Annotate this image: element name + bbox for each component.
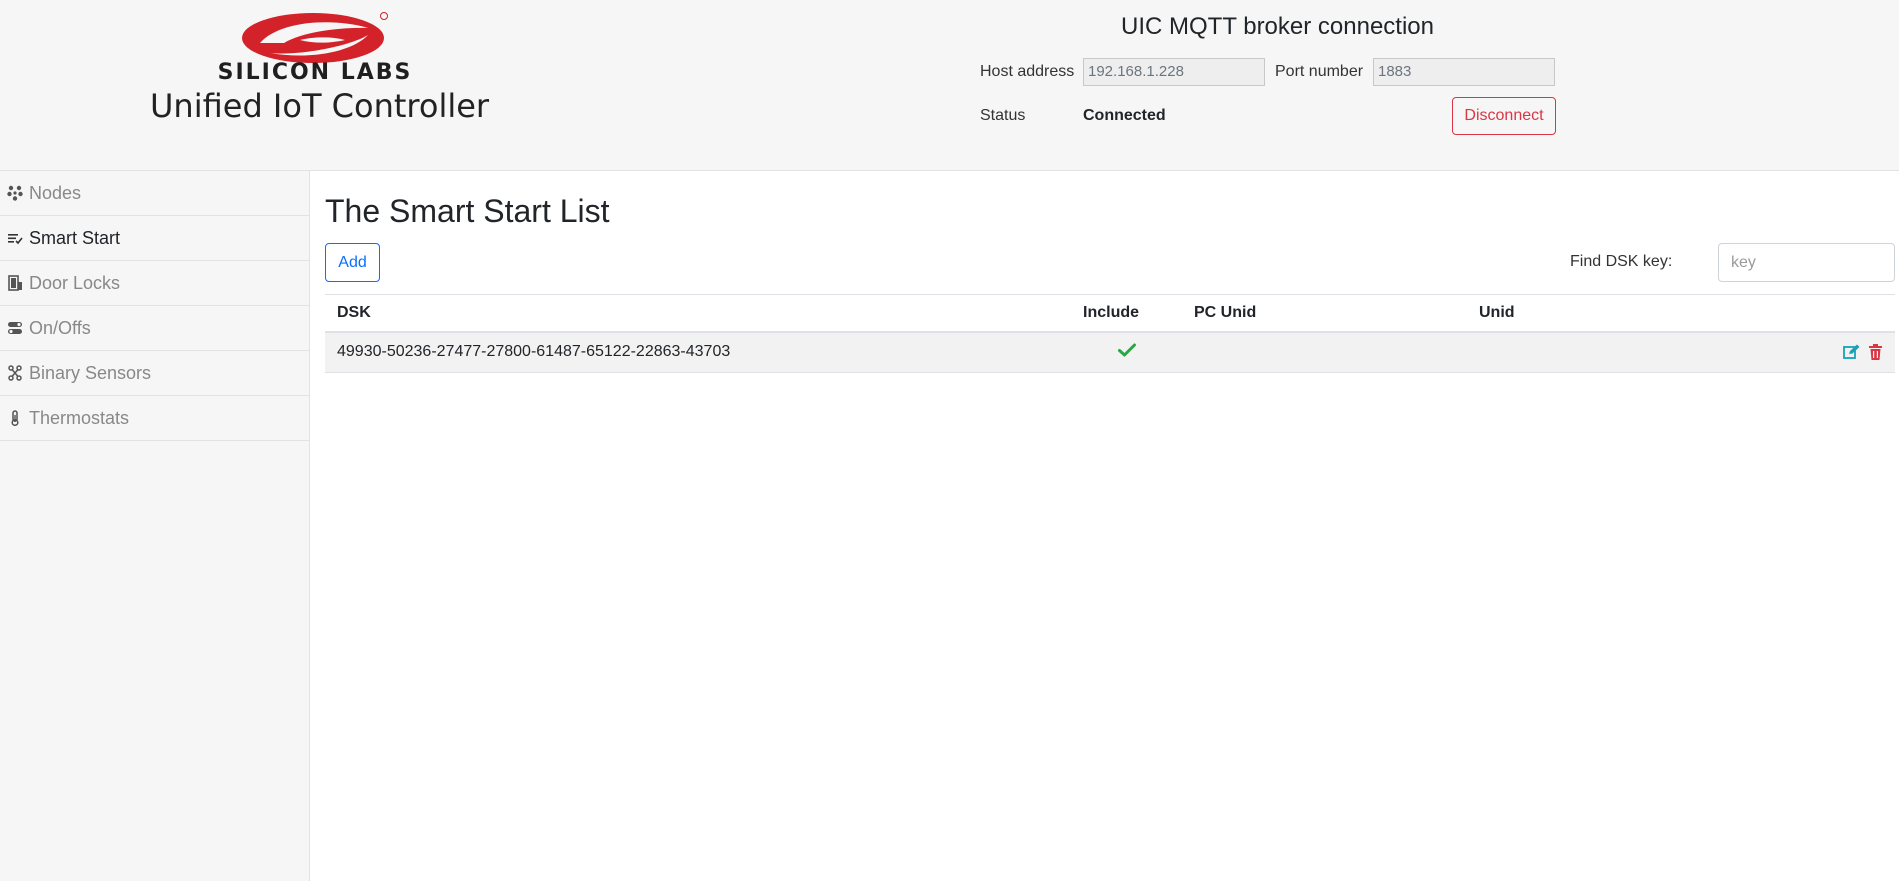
sidebar-item-label: Thermostats (29, 407, 130, 428)
trash-icon[interactable] (1868, 344, 1883, 361)
disconnect-button[interactable]: Disconnect (1452, 97, 1556, 135)
host-address-input[interactable]: 192.168.1.228 (1083, 58, 1265, 86)
sidebar: Nodes Smart Start Door Locks On/Offs Bin… (0, 171, 310, 881)
smart-start-table: DSK Include PC Unid Unid 49930-50236-274… (325, 295, 1895, 373)
column-header-include: Include (1071, 295, 1182, 333)
broker-connection-panel: UIC MQTT broker connection Host address … (980, 10, 1556, 146)
sidebar-item-thermostats[interactable]: Thermostats (0, 396, 309, 441)
cell-actions (1787, 332, 1895, 373)
sidebar-item-binary-sensors[interactable]: Binary Sensors (0, 351, 309, 396)
cell-dsk: 49930-50236-27477-27800-61487-65122-2286… (325, 332, 1071, 373)
broker-title: UIC MQTT broker connection (1121, 13, 1434, 40)
sidebar-item-label: Door Locks (29, 272, 121, 293)
page-title: The Smart Start List (325, 193, 610, 229)
find-dsk-label: Find DSK key: (1570, 253, 1673, 270)
column-header-dsk: DSK (325, 295, 1071, 333)
sidebar-item-label: Smart Start (29, 227, 121, 248)
sidebar-item-on-offs[interactable]: On/Offs (0, 306, 309, 351)
column-header-unid: Unid (1467, 295, 1787, 333)
port-label: Port number (1275, 63, 1364, 80)
app-header: SILICON LABS Unified IoT Controller UIC … (0, 0, 1899, 171)
app-title: Unified IoT Controller (150, 87, 490, 125)
sidebar-item-door-locks[interactable]: Door Locks (0, 261, 309, 306)
add-button[interactable]: Add (325, 243, 380, 282)
door-icon (7, 275, 23, 291)
nodes-icon (7, 185, 23, 201)
brand-name: SILICON LABS (217, 60, 413, 85)
sidebar-item-label: On/Offs (29, 317, 91, 338)
status-label: Status (980, 107, 1026, 124)
status-value: Connected (1083, 107, 1166, 124)
list-check-icon (7, 230, 23, 246)
host-label: Host address (980, 63, 1075, 80)
sidebar-item-nodes[interactable]: Nodes (0, 171, 309, 216)
edit-icon[interactable] (1842, 344, 1860, 360)
logo-block: SILICON LABS Unified IoT Controller (150, 10, 490, 126)
toggle-icon (7, 320, 23, 336)
table-row[interactable]: 49930-50236-27477-27800-61487-65122-2286… (325, 332, 1895, 373)
cell-unid (1467, 332, 1787, 373)
sidebar-item-label: Nodes (29, 182, 82, 203)
column-header-actions (1787, 295, 1895, 333)
main-content: The Smart Start List Add Find DSK key: D… (325, 171, 1895, 373)
port-number-input[interactable]: 1883 (1373, 58, 1555, 86)
cell-pc-unid (1182, 332, 1467, 373)
broker-address-row: Host address 192.168.1.228 Port number 1… (980, 58, 1555, 86)
column-header-pc-unid: PC Unid (1182, 295, 1467, 333)
broker-status-row: Status Connected Disconnect (980, 97, 1556, 135)
check-icon (1117, 343, 1136, 357)
table-header-row: DSK Include PC Unid Unid (325, 295, 1895, 333)
smart-start-toolbar: Add Find DSK key: (325, 243, 1895, 295)
sensor-icon (7, 365, 23, 381)
cell-include (1071, 332, 1182, 373)
sidebar-item-smart-start[interactable]: Smart Start (0, 216, 309, 261)
find-dsk-input[interactable] (1718, 243, 1895, 282)
silicon-labs-logo (242, 12, 388, 63)
sidebar-item-label: Binary Sensors (29, 362, 152, 383)
thermometer-icon (7, 410, 23, 426)
